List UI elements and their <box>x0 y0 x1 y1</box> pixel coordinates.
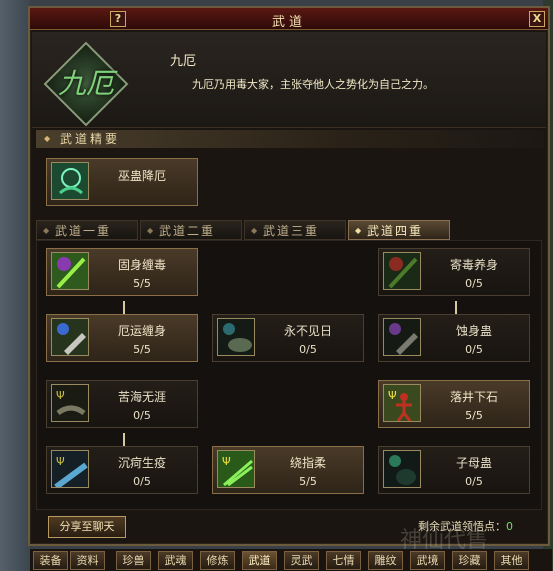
tab-tier-4[interactable]: 武道四重 <box>348 220 450 241</box>
skill-level: 0/5 <box>133 475 151 488</box>
share-to-chat-button[interactable]: 分享至聊天 <box>48 516 126 538</box>
skill-level: 0/5 <box>465 343 483 356</box>
purple-bracer-icon <box>383 318 421 356</box>
skill-description: 九厄乃用毒大家，主张夺他人之势化为自己之力。 <box>192 78 434 91</box>
tab-tier-3[interactable]: 武道三重 <box>244 220 346 241</box>
skill-name: 沉疴生疫 <box>117 456 166 470</box>
bottom-tab-profile[interactable]: 资料 <box>70 551 105 570</box>
skill-level: 0/5 <box>299 343 317 356</box>
essentials-heading: 武道精要 <box>36 130 544 148</box>
skill-card-chenke[interactable]: Ψ 沉疴生疫 0/5 <box>46 446 198 494</box>
skill-card-luojing[interactable]: Ψ 落井下石 5/5 <box>378 380 530 428</box>
skill-level: 0/5 <box>465 475 483 488</box>
skill-name: 苦海无涯 <box>117 390 166 404</box>
bottom-tab-lingwu[interactable]: 灵武 <box>284 551 319 570</box>
skill-level: 0/5 <box>133 409 151 422</box>
skill-card-eyun[interactable]: 厄运缠身 5/5 <box>46 314 198 362</box>
skill-level: 0/5 <box>465 277 483 290</box>
skill-name: 固身缠毒 <box>117 258 166 272</box>
title-bar[interactable]: ? 武道 X <box>30 8 548 30</box>
skill-card-shishen[interactable]: 蚀身蛊 0/5 <box>378 314 530 362</box>
skill-name: 落井下石 <box>449 390 498 404</box>
wudao-window: ? 武道 X 九厄 九厄 九厄乃用毒大家，主张夺他人之势化为自己之力。 武道精要… <box>28 6 550 546</box>
bottom-tab-wuhun[interactable]: 武魂 <box>158 551 193 570</box>
tab-tier-2[interactable]: 武道二重 <box>140 220 242 241</box>
bottom-tab-cultivate[interactable]: 修炼 <box>200 551 235 570</box>
emblem-glyph: 九厄 <box>57 67 114 100</box>
skill-header: 九厄 九厄 九厄乃用毒大家，主张夺他人之势化为自己之力。 <box>32 32 546 128</box>
blue-slash-icon: Ψ <box>51 450 89 488</box>
svg-text:Ψ: Ψ <box>56 389 65 402</box>
skill-card-raozhi[interactable]: Ψ 绕指柔 5/5 <box>212 446 364 494</box>
svg-text:Ψ: Ψ <box>56 455 65 468</box>
svg-text:Ψ: Ψ <box>388 389 397 402</box>
svg-text:Ψ: Ψ <box>222 455 231 468</box>
essential-skill-name: 巫蛊降厄 <box>117 169 166 183</box>
skill-level: 5/5 <box>465 409 483 422</box>
bottom-tab-other[interactable]: 其他 <box>494 551 529 570</box>
skill-name: 绕指柔 <box>289 456 326 470</box>
bottom-tab-wudao[interactable]: 武道 <box>242 551 277 570</box>
bottom-tab-wujing[interactable]: 武境 <box>410 551 445 570</box>
bottom-tab-equipment[interactable]: 装备 <box>33 551 68 570</box>
skill-title: 九厄 <box>170 54 197 69</box>
skill-card-zimu[interactable]: 子母蛊 0/5 <box>378 446 530 494</box>
bottom-tab-bar: 装备 资料 珍兽 武魂 修炼 武道 灵武 七情 雕纹 武境 珍藏 其他 <box>30 549 552 571</box>
green-orb-icon <box>383 450 421 488</box>
bottom-tab-qiqing[interactable]: 七情 <box>326 551 361 570</box>
red-figure-icon: Ψ <box>383 384 421 422</box>
remaining-points-value: 0 <box>506 520 513 533</box>
tab-tier-1[interactable]: 武道一重 <box>36 220 138 241</box>
bottom-tab-collection[interactable]: 珍藏 <box>452 551 487 570</box>
blue-bracer-icon <box>51 318 89 356</box>
rope-icon: Ψ <box>51 384 89 422</box>
green-swirl-icon <box>51 162 89 200</box>
bottom-tab-pets[interactable]: 珍兽 <box>116 551 151 570</box>
window-title: 武道 <box>271 15 306 30</box>
essential-skill-card[interactable]: 巫蛊降厄 <box>46 158 198 206</box>
jiue-emblem-icon: 九厄 <box>43 41 129 127</box>
skill-card-jidu[interactable]: 寄毒养身 0/5 <box>378 248 530 296</box>
skill-name: 厄运缠身 <box>117 324 166 338</box>
tier-tabs: 武道一重 武道二重 武道三重 武道四重 <box>36 220 456 241</box>
skill-name: 寄毒养身 <box>449 258 498 272</box>
skill-name: 子母蛊 <box>455 456 492 470</box>
green-ribbon-icon: Ψ <box>217 450 255 488</box>
skill-level: 5/5 <box>133 277 151 290</box>
skill-name: 永不见日 <box>283 324 332 338</box>
close-button[interactable]: X <box>529 11 545 27</box>
skill-card-gushen[interactable]: 固身缠毒 5/5 <box>46 248 198 296</box>
skill-card-yongbu[interactable]: 永不见日 0/5 <box>212 314 364 362</box>
bottom-tab-diaowen[interactable]: 雕纹 <box>368 551 403 570</box>
purple-claw-icon <box>51 252 89 290</box>
background-left <box>0 0 30 571</box>
skill-level: 5/5 <box>299 475 317 488</box>
red-claw-icon <box>383 252 421 290</box>
dark-orb-icon <box>217 318 255 356</box>
skill-name: 蚀身蛊 <box>455 324 492 338</box>
skill-card-kuhai[interactable]: Ψ 苦海无涯 0/5 <box>46 380 198 428</box>
skill-level: 5/5 <box>133 343 151 356</box>
